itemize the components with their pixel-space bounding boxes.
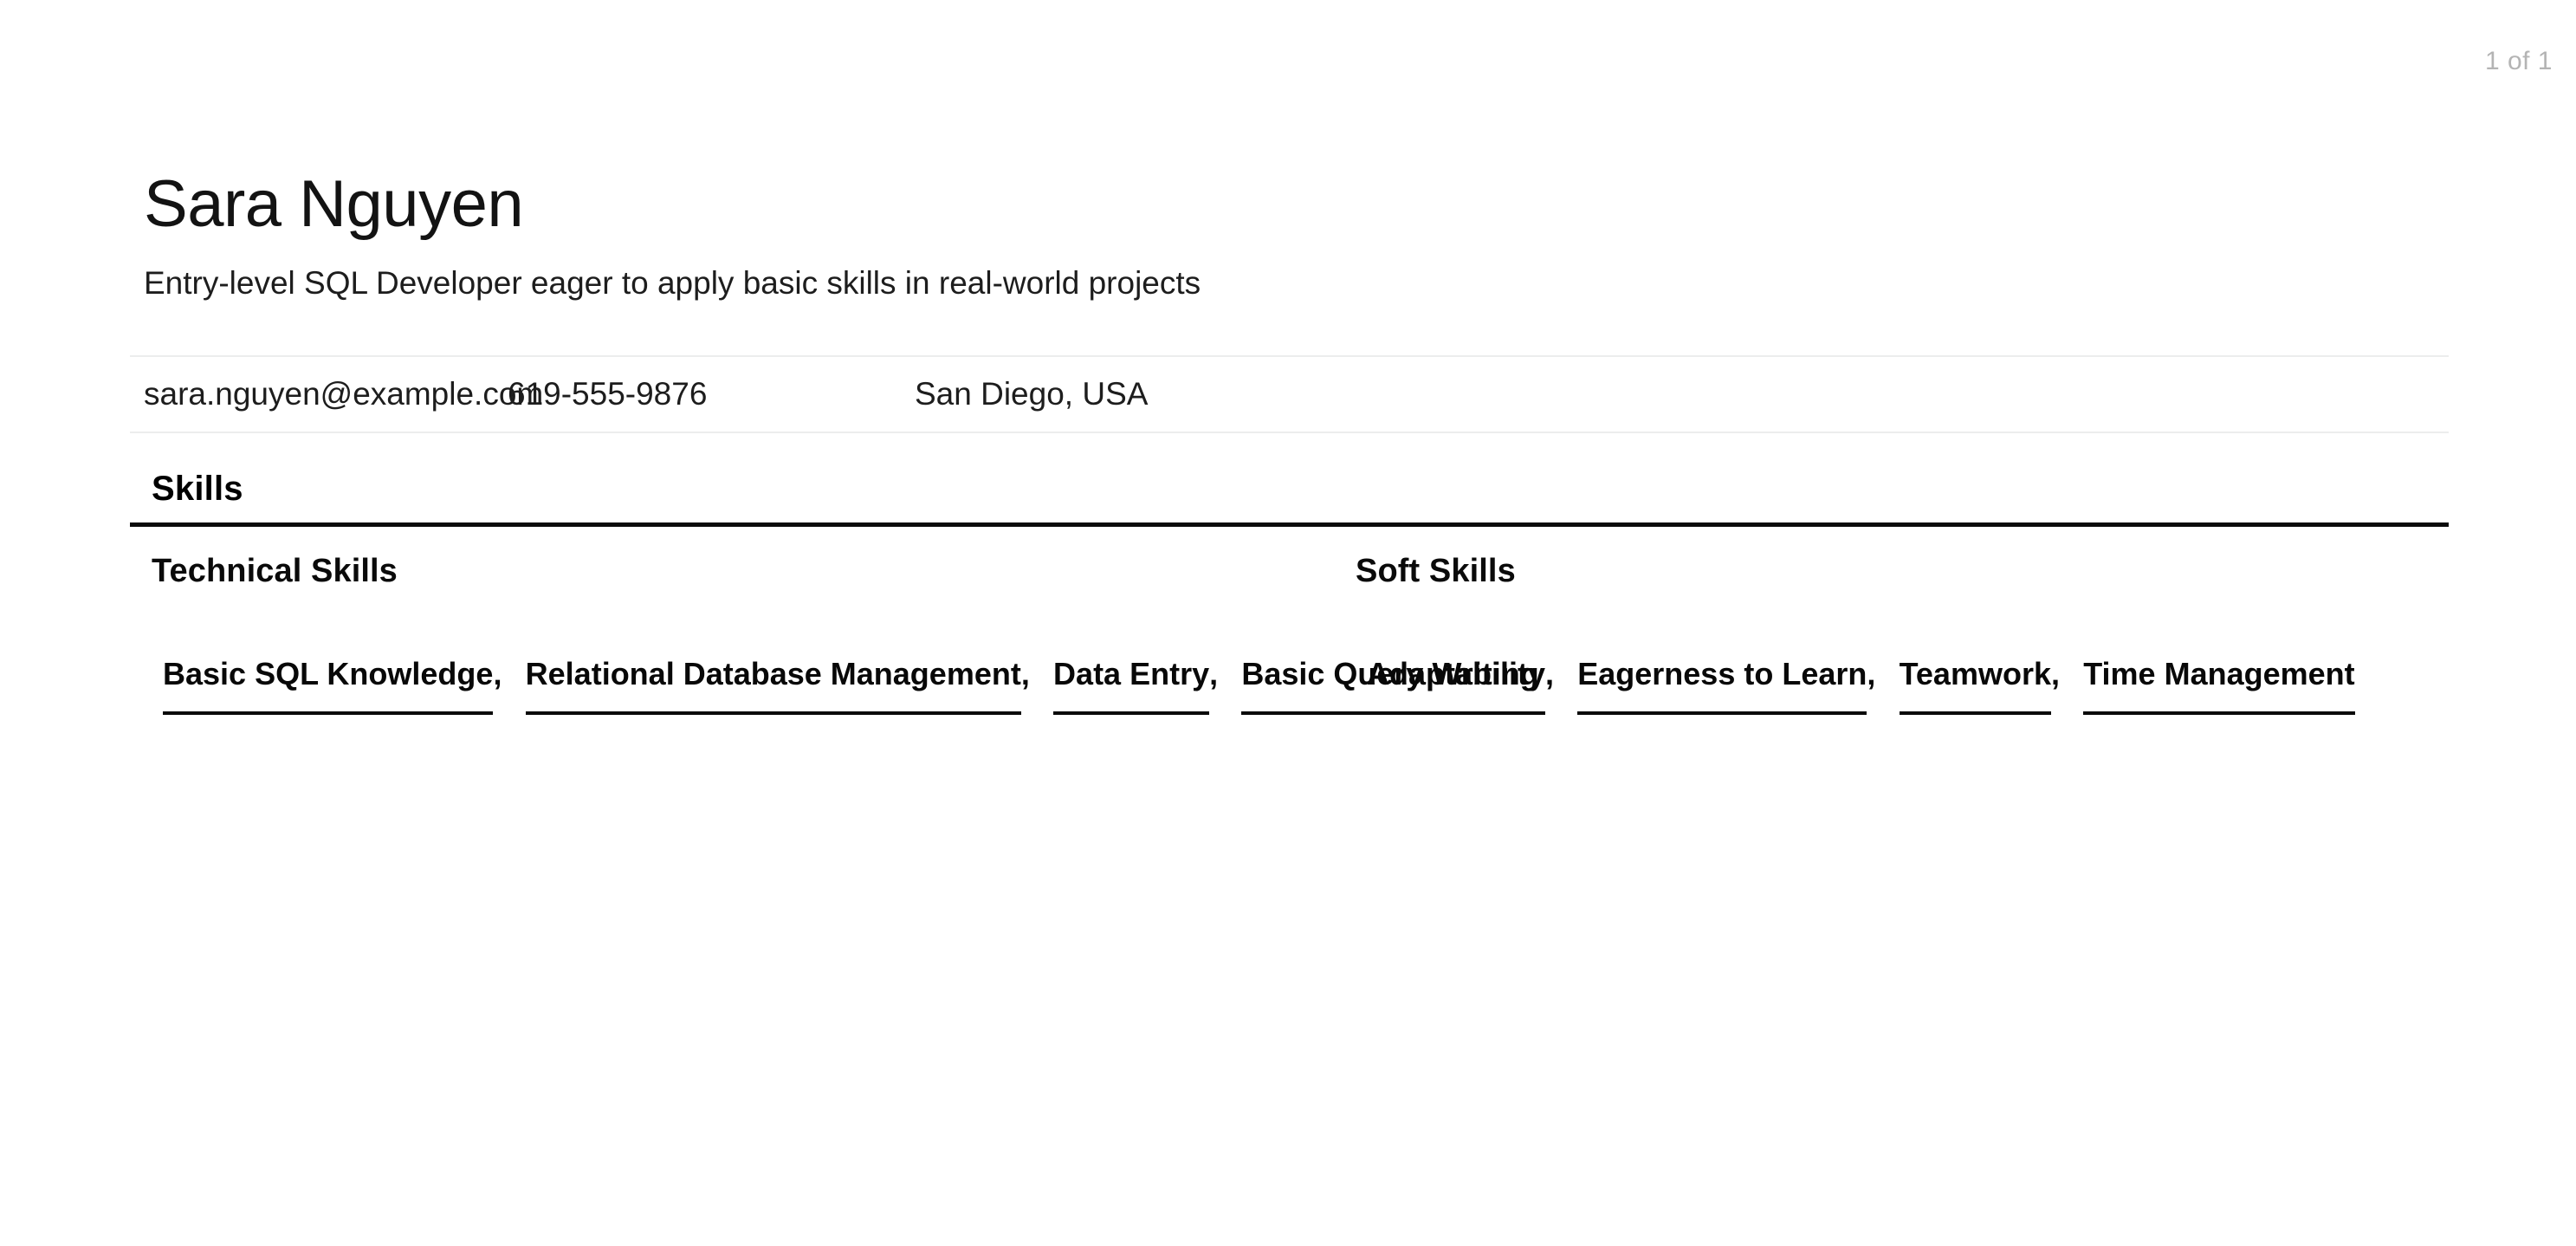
contact-strip: sara.nguyen@example.com 619-555-9876 San… (130, 355, 2449, 434)
skill-separator: , (493, 656, 508, 692)
skill-name: Time Management (2083, 656, 2355, 716)
skill-name: Relational Database Management (525, 656, 1021, 716)
skills-group-soft-title: Soft Skills (1356, 553, 1516, 590)
contact-phone[interactable]: 619-555-9876 (508, 376, 915, 412)
skills-group-technical: Technical Skills Basic SQL Knowledge, Re… (130, 553, 1539, 743)
skills-group-technical-title: Technical Skills (152, 553, 398, 590)
skill-item: Relational Database Management, (525, 656, 1037, 716)
skill-item: Teamwork, (1899, 656, 2067, 716)
skill-item: Data Entry, (1053, 656, 1225, 716)
skill-name: Data Entry (1053, 656, 1210, 716)
skill-name: Eagerness to Learn (1577, 656, 1867, 716)
skill-name: Basic SQL Knowledge (163, 656, 494, 716)
skill-item: Eagerness to Learn, (1577, 656, 1882, 716)
skill-spacer (2066, 656, 2083, 691)
contact-location: San Diego, USA (915, 376, 1149, 412)
skill-separator: , (2050, 656, 2067, 692)
page-counter: 1 of 1 (2484, 47, 2553, 75)
skill-spacer (1882, 656, 1900, 691)
contact-row: sara.nguyen@example.com 619-555-9876 San… (130, 357, 2449, 432)
skill-separator: , (1020, 656, 1037, 692)
contact-bottom-divider (130, 432, 2449, 434)
skills-group-soft: Soft Skills Adaptability, Eagerness to L… (1334, 553, 2395, 743)
skill-item: Basic SQL Knowledge, (163, 656, 508, 716)
skills-section: Skills Technical Skills Basic SQL Knowle… (130, 470, 2449, 743)
contact-email[interactable]: sara.nguyen@example.com (144, 376, 543, 412)
candidate-name: Sara Nguyen (144, 167, 524, 241)
skill-item: Adaptability, (1367, 656, 1561, 716)
skill-separator: , (1209, 656, 1225, 692)
skills-list-technical: Basic SQL Knowledge, Relational Database… (152, 616, 1539, 743)
resume-header: Sara Nguyen Entry-level SQL Developer ea… (130, 0, 2449, 303)
skills-section-title: Skills (152, 470, 243, 509)
skills-columns: Technical Skills Basic SQL Knowledge, Re… (130, 553, 2449, 743)
resume-content: Sara Nguyen Entry-level SQL Developer ea… (130, 0, 2449, 743)
skill-name: Adaptability (1367, 656, 1546, 716)
skill-separator: , (1545, 656, 1561, 692)
skill-spacer (508, 656, 526, 691)
skill-spacer (1036, 656, 1053, 691)
skills-section-rule (130, 522, 2449, 528)
resume-page: 1 of 1 Sara Nguyen Entry-level SQL Devel… (0, 0, 2576, 1246)
skill-item: Time Management (2083, 656, 2355, 716)
skill-spacer (1560, 656, 1577, 691)
skills-list-soft: Adaptability, Eagerness to Learn, Teamwo… (1356, 616, 2395, 743)
skill-separator: , (1867, 656, 1882, 692)
skill-spacer (1224, 656, 1241, 691)
candidate-tagline: Entry-level SQL Developer eager to apply… (144, 265, 1201, 301)
skill-name: Teamwork (1899, 656, 2051, 716)
